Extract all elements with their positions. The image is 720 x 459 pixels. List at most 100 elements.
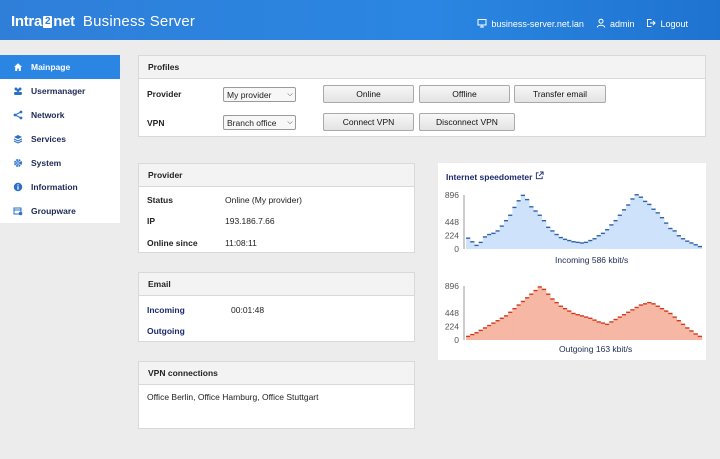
incoming-tick-label: 448 bbox=[445, 217, 459, 227]
outgoing-area-bar bbox=[664, 311, 669, 340]
incoming-area-bar bbox=[651, 209, 656, 249]
brand[interactable]: Intra 2 net Business Server bbox=[11, 13, 195, 30]
incoming-area-bar bbox=[470, 241, 475, 249]
panel-title: Email bbox=[139, 273, 414, 296]
incoming-area-bar bbox=[466, 238, 471, 249]
sidebar-item-information[interactable]: Information bbox=[0, 175, 120, 199]
incoming-area-bar bbox=[478, 242, 484, 249]
sidebar-item-services[interactable]: Services bbox=[0, 127, 120, 151]
incoming-area-bar bbox=[525, 199, 530, 249]
incoming-area-bar bbox=[558, 237, 564, 249]
user-link[interactable]: admin bbox=[596, 18, 635, 30]
host-link[interactable]: business-server.net.lan bbox=[477, 18, 584, 30]
incoming-area-bar bbox=[626, 205, 631, 249]
sidebar-item-label: Network bbox=[31, 110, 65, 120]
outgoing-area-bar bbox=[676, 320, 682, 340]
connect-vpn-button[interactable]: Connect VPN bbox=[323, 113, 414, 131]
outgoing-area-bar bbox=[533, 290, 538, 340]
incoming-area-bar bbox=[533, 211, 538, 249]
outgoing-area-bar bbox=[529, 294, 534, 340]
ip-label: IP bbox=[147, 216, 156, 226]
outgoing-area-bar bbox=[634, 307, 640, 340]
logout-link[interactable]: Logout bbox=[646, 18, 688, 30]
outgoing-area-bar bbox=[655, 306, 661, 340]
groupware-icon bbox=[13, 206, 23, 216]
incoming-tick-label: 0 bbox=[454, 244, 459, 254]
share-icon bbox=[13, 110, 23, 120]
outgoing-area-bar bbox=[626, 312, 631, 340]
sidebar: Mainpage Usermanager Network Services Sy… bbox=[0, 55, 120, 223]
offline-button[interactable]: Offline bbox=[419, 85, 510, 103]
incoming-area-bar bbox=[638, 197, 644, 249]
outgoing-area-bar bbox=[621, 314, 627, 340]
gear-icon bbox=[13, 158, 23, 168]
outgoing-caption: Outgoing 163 kbit/s bbox=[559, 344, 633, 354]
incoming-area-bar bbox=[592, 238, 597, 249]
profiles-panel: Profiles Provider My provider ⌵ Online O… bbox=[138, 55, 706, 137]
outgoing-area-bar bbox=[613, 319, 619, 340]
user-label: admin bbox=[609, 19, 635, 29]
monitor-icon bbox=[477, 18, 487, 30]
sidebar-item-mainpage[interactable]: Mainpage bbox=[0, 55, 120, 79]
incoming-area-bar bbox=[487, 234, 492, 249]
disconnect-vpn-button[interactable]: Disconnect VPN bbox=[419, 113, 515, 131]
incoming-area-bar bbox=[617, 215, 623, 249]
incoming-area-bar bbox=[588, 240, 593, 249]
provider-select[interactable]: My provider ⌵ bbox=[223, 87, 296, 102]
sidebar-item-network[interactable]: Network bbox=[0, 103, 120, 127]
outgoing-area-bar bbox=[474, 332, 479, 340]
incoming-area-bar bbox=[621, 209, 627, 249]
outgoing-tick-label: 224 bbox=[445, 322, 459, 332]
sidebar-item-label: Groupware bbox=[31, 206, 76, 216]
incoming-area-bar bbox=[685, 241, 690, 249]
outgoing-area-bar bbox=[630, 309, 635, 340]
home-icon bbox=[13, 62, 23, 72]
incoming-area-bar bbox=[647, 204, 652, 249]
sidebar-item-usermanager[interactable]: Usermanager bbox=[0, 79, 120, 103]
sidebar-item-system[interactable]: System bbox=[0, 151, 120, 175]
outgoing-chart: 896 448 224 0 bbox=[445, 281, 703, 345]
sidebar-item-groupware[interactable]: Groupware bbox=[0, 199, 120, 223]
outgoing-area-bar bbox=[600, 323, 606, 340]
incoming-area-bar bbox=[562, 239, 568, 249]
incoming-area-bar bbox=[579, 242, 585, 249]
outgoing-area-bar bbox=[668, 313, 673, 340]
outgoing-tick-label: 448 bbox=[445, 308, 459, 318]
outgoing-area-bar bbox=[520, 301, 526, 340]
chevron-down-icon: ⌵ bbox=[287, 118, 293, 126]
incoming-area-bar bbox=[584, 242, 589, 249]
outgoing-area-bar bbox=[643, 303, 648, 340]
incoming-area-bar bbox=[600, 233, 606, 249]
online-since-label: Online since bbox=[147, 238, 198, 248]
incoming-area-bar bbox=[609, 224, 614, 249]
incoming-area-bar bbox=[575, 242, 581, 249]
outgoing-area-bar bbox=[550, 299, 555, 340]
panel-title: Profiles bbox=[139, 56, 705, 79]
vpn-select-value: Branch office bbox=[227, 117, 277, 128]
outgoing-area-bar bbox=[525, 297, 530, 340]
outgoing-area-bar bbox=[512, 308, 517, 340]
top-bar: Intra 2 net Business Server business-serve… bbox=[0, 0, 720, 40]
outgoing-area-bar bbox=[508, 312, 513, 340]
incoming-area-bar bbox=[516, 200, 522, 249]
vpn-select[interactable]: Branch office ⌵ bbox=[223, 115, 296, 130]
outgoing-label: Outgoing bbox=[147, 326, 185, 336]
incoming-area-bar bbox=[680, 238, 686, 249]
outgoing-area-bar bbox=[571, 313, 576, 340]
sidebar-item-label: Services bbox=[31, 134, 66, 144]
outgoing-area-bar bbox=[516, 305, 522, 340]
info-icon bbox=[13, 182, 23, 192]
incoming-area-bar bbox=[655, 212, 661, 249]
transfer-email-button[interactable]: Transfer email bbox=[514, 85, 606, 103]
layers-icon bbox=[13, 134, 23, 144]
chevron-down-icon: ⌵ bbox=[287, 90, 293, 98]
online-button[interactable]: Online bbox=[323, 85, 414, 103]
panel-title: Provider bbox=[139, 164, 414, 187]
brand-logo-left: Intra bbox=[11, 13, 43, 30]
outgoing-area-bar bbox=[567, 311, 572, 340]
host-label: business-server.net.lan bbox=[491, 19, 584, 29]
outgoing-area-bar bbox=[605, 324, 610, 340]
users-icon bbox=[13, 86, 23, 96]
outgoing-area-bar bbox=[689, 330, 694, 340]
speedometer-link[interactable]: Internet speedometer bbox=[446, 171, 545, 182]
